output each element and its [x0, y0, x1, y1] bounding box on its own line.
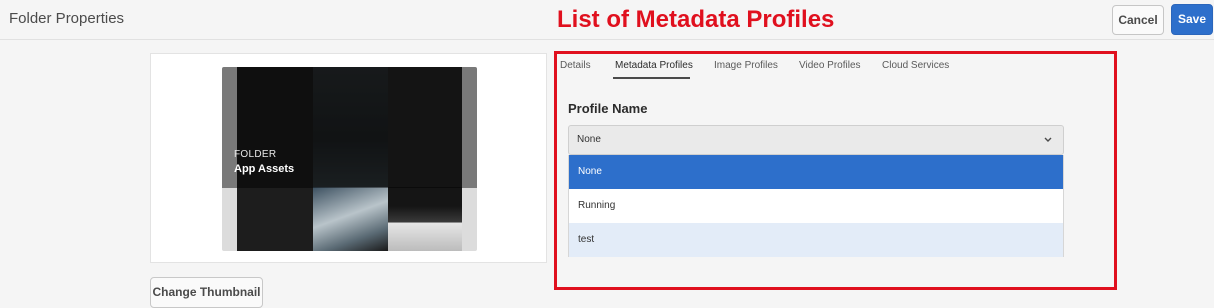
- change-thumbnail-button[interactable]: Change Thumbnail: [150, 277, 263, 308]
- folder-thumbnail: FOLDER App Assets: [222, 67, 477, 251]
- folder-name: App Assets: [234, 163, 295, 175]
- save-button[interactable]: Save: [1171, 4, 1213, 35]
- thumbnail-panel: [388, 187, 462, 251]
- active-tab-indicator: [613, 77, 690, 79]
- tab-image-profiles[interactable]: Image Profiles: [714, 60, 778, 71]
- tab-metadata-profiles[interactable]: Metadata Profiles: [615, 60, 693, 71]
- option-none[interactable]: None: [569, 155, 1063, 189]
- tab-cloud-services[interactable]: Cloud Services: [882, 60, 949, 71]
- thumbnail-panel: [313, 187, 388, 251]
- profile-name-select[interactable]: None: [568, 125, 1064, 155]
- selected-value: None: [577, 134, 601, 145]
- page-title: Folder Properties: [9, 10, 125, 27]
- profile-name-label: Profile Name: [568, 101, 648, 116]
- tab-details[interactable]: Details: [560, 60, 591, 71]
- option-test[interactable]: test: [569, 223, 1063, 257]
- option-running[interactable]: Running: [569, 189, 1063, 223]
- top-bar: Folder Properties List of Metadata Profi…: [0, 0, 1214, 40]
- folder-type-label: FOLDER: [234, 149, 277, 160]
- tab-video-profiles[interactable]: Video Profiles: [799, 60, 861, 71]
- thumbnail-card: FOLDER App Assets: [150, 53, 547, 263]
- profile-options-list: None Running test: [568, 155, 1064, 257]
- annotation-title: List of Metadata Profiles: [557, 6, 835, 33]
- cancel-button[interactable]: Cancel: [1112, 5, 1164, 35]
